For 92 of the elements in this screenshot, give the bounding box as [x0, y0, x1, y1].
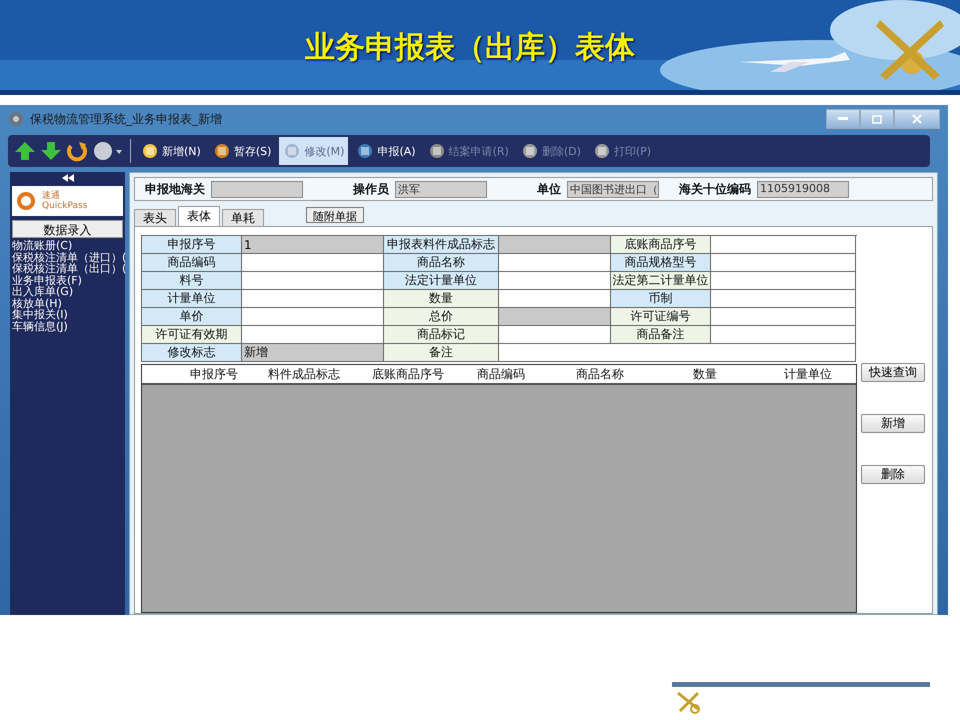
input-field[interactable]	[242, 290, 384, 308]
column-header[interactable]: 底账商品序号	[358, 365, 458, 383]
tool-icon	[283, 142, 302, 160]
section-button[interactable]: 数据录入	[12, 220, 123, 238]
action-button[interactable]: 新增	[861, 414, 925, 433]
field-label: 数量	[384, 290, 499, 308]
tool-icon	[212, 142, 231, 160]
logo-subtext: QuickPass	[42, 201, 88, 211]
sidebar-item[interactable]: 保税核注清单（进口）(	[12, 252, 123, 263]
toolbar-button[interactable]: 新增(N)	[137, 137, 205, 165]
field-label: 单价	[142, 308, 242, 326]
sidebar-item[interactable]: 保税核注清单（出口）(	[12, 263, 123, 274]
input-field[interactable]	[242, 326, 384, 344]
tab[interactable]: 单耗	[222, 209, 264, 226]
tab[interactable]: 表体	[178, 206, 220, 226]
emblem-icon	[676, 689, 702, 715]
collapse-icon[interactable]	[62, 174, 74, 182]
sidebar-item[interactable]: 核放单(H)	[12, 298, 123, 309]
maximize-icon	[872, 114, 882, 124]
tool-icon	[428, 142, 446, 160]
field-label: 备注	[384, 344, 499, 362]
input-field[interactable]	[711, 254, 856, 272]
field-label: 法定第二计量单位	[611, 272, 711, 290]
sidebar-item[interactable]: 车辆信息(J)	[12, 320, 123, 332]
input-field[interactable]	[711, 290, 856, 308]
window-title: 保税物流管理系统_业务申报表_新增	[30, 110, 223, 128]
field-label: 料号	[142, 272, 242, 290]
minimize-icon	[838, 117, 848, 121]
input-field[interactable]	[711, 326, 856, 344]
input-field[interactable]: 1105919008	[757, 180, 849, 198]
field-label: 修改标志	[142, 344, 242, 362]
field-label: 总价	[384, 308, 499, 326]
field-label: 申报表料件成品标志	[384, 236, 499, 254]
field-label: 商品编码	[142, 254, 242, 272]
refresh-icon[interactable]	[66, 140, 88, 162]
input-field[interactable]	[499, 344, 856, 362]
input-field[interactable]	[499, 290, 611, 308]
sidebar-item[interactable]: 出入库单(G)	[12, 286, 123, 298]
action-button[interactable]: 快速查询	[861, 363, 925, 382]
logo-icon	[16, 191, 36, 211]
input-field[interactable]	[499, 272, 611, 290]
tab[interactable]: 表头	[134, 209, 176, 226]
input-field[interactable]	[211, 180, 303, 198]
tool-icon	[141, 142, 159, 160]
field-label: 操作员	[352, 180, 390, 198]
field-label: 申报序号	[142, 236, 242, 254]
column-header[interactable]: 数量	[656, 365, 754, 383]
toolbar-button[interactable]: 暂存(S)	[208, 137, 276, 165]
tool-icon	[592, 142, 611, 160]
tool-icon	[356, 142, 374, 160]
field-label: 法定计量单位	[384, 272, 499, 290]
input-field[interactable]	[242, 254, 384, 272]
up-arrow-icon[interactable]	[14, 140, 36, 162]
action-button[interactable]: 删除	[861, 465, 925, 484]
tool-icon	[520, 142, 539, 160]
input-field[interactable]	[711, 236, 856, 254]
sidebar-item[interactable]: 业务申报表(F)	[12, 274, 123, 286]
close-icon	[912, 114, 922, 124]
input-field[interactable]	[711, 272, 856, 290]
input-field[interactable]	[242, 272, 384, 290]
attachment-button[interactable]: 随附单据	[306, 207, 364, 223]
field-label: 计量单位	[142, 290, 242, 308]
field-label: 海关十位编码	[678, 180, 752, 198]
column-header[interactable]: 商品编码	[458, 365, 544, 383]
input-field[interactable]: 中国图书进出口（	[567, 180, 659, 198]
field-label: 许可证有效期	[142, 326, 242, 344]
input-field[interactable]	[711, 308, 856, 326]
down-arrow-icon[interactable]	[40, 140, 62, 162]
field-label: 商品名称	[384, 254, 499, 272]
field-label: 商品标记	[384, 326, 499, 344]
input-field[interactable]: 洪军	[395, 180, 487, 198]
field-label: 商品备注	[611, 326, 711, 344]
field-label: 单位	[536, 180, 562, 198]
field-label: 底账商品序号	[611, 236, 711, 254]
field-label: 许可证编号	[611, 308, 711, 326]
sidebar-item[interactable]: 物流账册(C)	[12, 240, 123, 252]
field-label: 商品规格型号	[611, 254, 711, 272]
field-label: 币制	[611, 290, 711, 308]
dropdown-icon[interactable]	[92, 140, 124, 162]
logo-text: 速通	[42, 191, 61, 201]
toolbar-button[interactable]: 申报(A)	[352, 137, 420, 165]
sidebar-item[interactable]: 集中报关(I)	[12, 309, 123, 320]
app-icon	[8, 111, 24, 127]
column-header[interactable]: 料件成品标志	[250, 365, 358, 383]
column-header[interactable]: 申报序号	[178, 365, 250, 383]
input-field[interactable]	[499, 326, 611, 344]
field-label: 申报地海关	[144, 180, 206, 198]
input-field[interactable]	[499, 254, 611, 272]
column-header[interactable]: 商品名称	[544, 365, 656, 383]
column-header[interactable]: 计量单位	[754, 365, 862, 383]
input-field[interactable]	[242, 308, 384, 326]
slide-title: 业务申报表（出库）表体	[305, 29, 635, 67]
